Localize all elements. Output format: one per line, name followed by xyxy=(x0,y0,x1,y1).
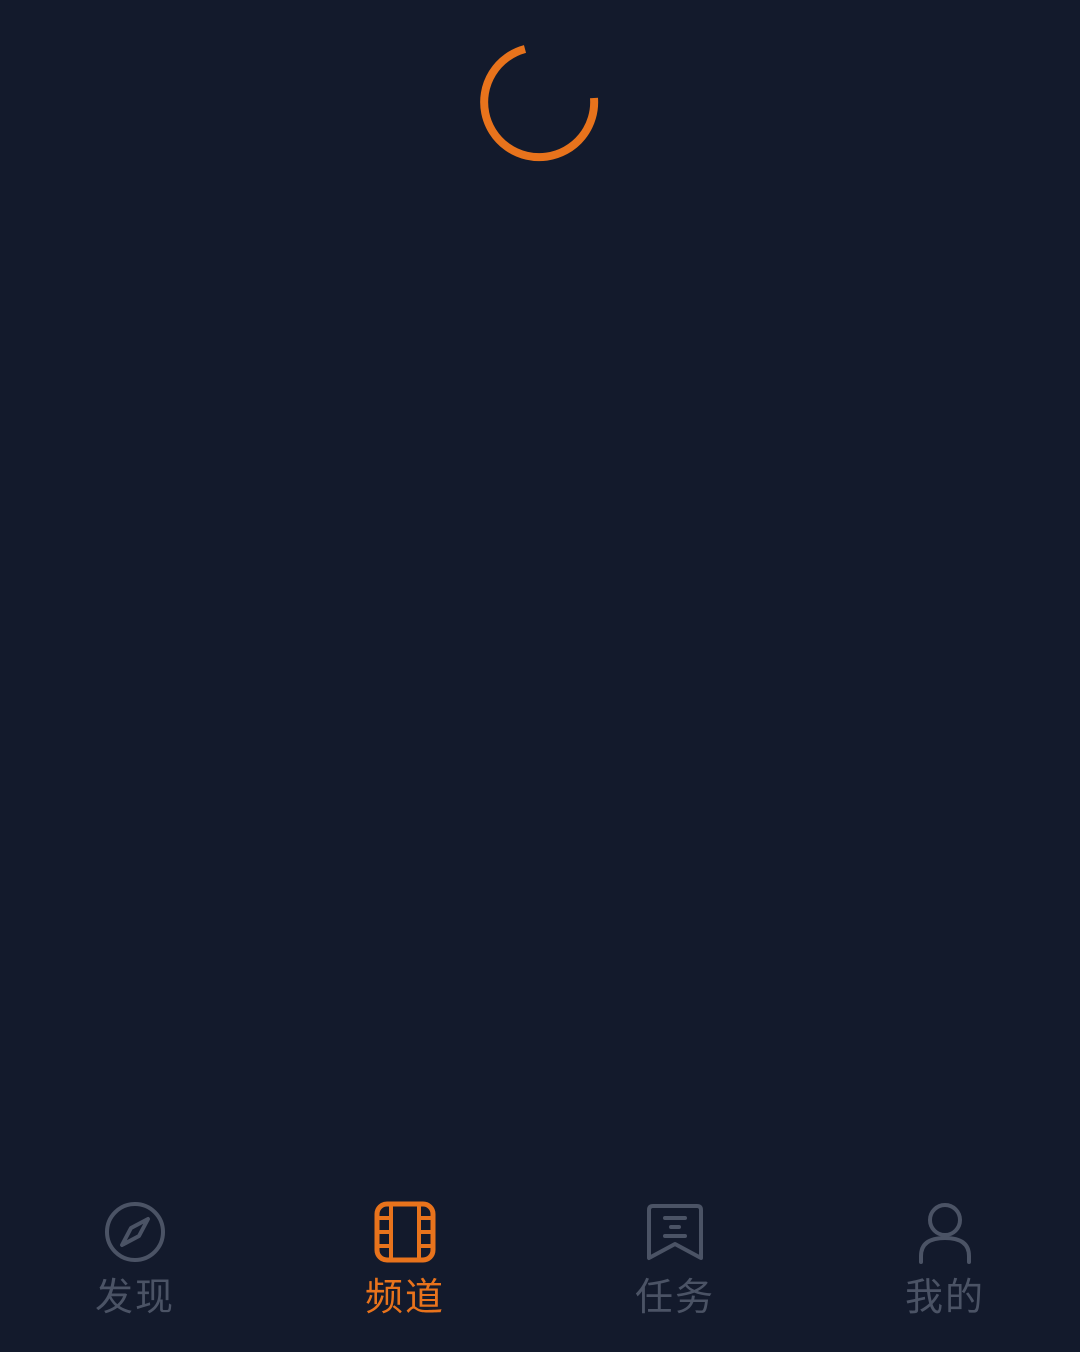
tab-mine[interactable]: 我的 xyxy=(850,1160,1040,1352)
tab-label-channel: 频道 xyxy=(364,1275,445,1319)
tab-channel[interactable]: 频道 xyxy=(310,1160,500,1352)
tab-discover[interactable]: 发现 xyxy=(40,1160,230,1352)
tab-tasks[interactable]: 任务 xyxy=(580,1160,770,1352)
loading-spinner-icon xyxy=(478,42,600,164)
bottom-tab-bar: 发现 频道 任务 我的 xyxy=(0,1160,1080,1352)
compass-icon xyxy=(103,1200,167,1264)
person-icon xyxy=(913,1200,977,1264)
app-screen: 发现 频道 任务 我的 xyxy=(0,0,1080,1352)
film-icon xyxy=(373,1200,437,1264)
content-loading-area xyxy=(0,0,1080,1160)
tab-label-tasks: 任务 xyxy=(634,1275,715,1319)
tab-label-discover: 发现 xyxy=(94,1275,175,1319)
tab-label-mine: 我的 xyxy=(904,1275,985,1319)
bookmark-list-icon xyxy=(643,1200,707,1264)
